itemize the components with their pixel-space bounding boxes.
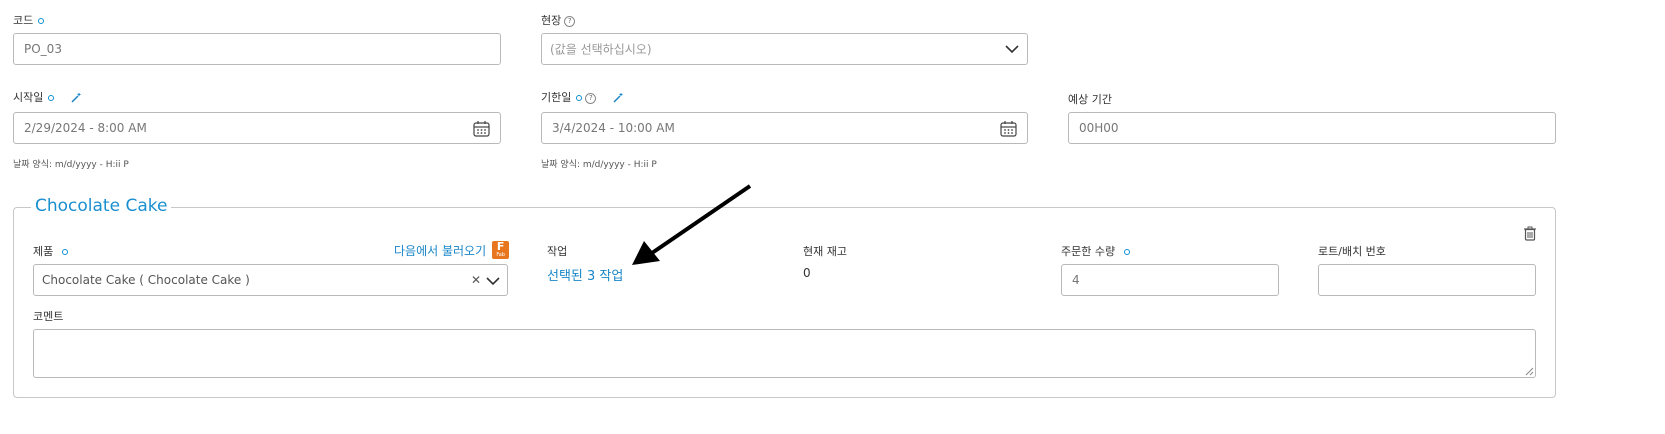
required-indicator [576,95,583,101]
help-icon[interactable]: ? [585,92,597,104]
lot-batch-label: 로트/배치 번호 [1318,245,1386,258]
resize-handle-icon[interactable] [1525,367,1534,376]
required-indicator [62,249,69,255]
site-label: 현장? [541,12,576,28]
required-indicator [48,95,55,101]
expected-duration-value: 00H00 [1079,121,1119,135]
code-label: 코드 [13,12,45,28]
expected-duration-label: 예상 기간 [1068,93,1112,106]
product-value: Chocolate Cake ( Chocolate Cake ) [42,273,250,287]
due-date-label: 기한일? [541,89,624,105]
due-date-format-hint: 날짜 양식: m/d/yyyy - H:ii P [541,160,657,170]
product-select[interactable]: Chocolate Cake ( Chocolate Cake ) ✕ [33,264,508,296]
start-date-format-hint: 날짜 양식: m/d/yyyy - H:ii P [13,160,129,170]
required-indicator [38,18,45,24]
current-stock-value: 0 [803,266,811,280]
chevron-down-icon[interactable] [486,276,500,286]
due-date-value: 3/4/2024 - 10:00 AM [552,121,675,135]
load-from-link[interactable]: 다음에서 불러오기 [394,242,486,259]
required-indicator [1124,249,1131,255]
site-placeholder: (값을 선택하십시오) [550,42,652,57]
fabrication-app-icon[interactable]: F Fab [492,241,510,259]
lot-batch-input[interactable] [1318,264,1536,296]
code-input[interactable]: PO_03 [13,33,501,65]
product-section-title: Chocolate Cake [31,196,172,216]
ordered-qty-input[interactable]: 4 [1061,264,1279,296]
clear-icon[interactable]: ✕ [471,273,481,287]
current-stock-label: 현재 재고 [803,245,847,258]
load-from-control: 다음에서 불러오기 F Fab [394,241,510,259]
magic-wand-icon[interactable] [70,92,82,104]
comment-textarea[interactable] [33,329,1536,378]
magic-wand-icon[interactable] [612,92,624,104]
calendar-icon[interactable] [1000,120,1017,137]
start-date-value: 2/29/2024 - 8:00 AM [24,121,147,135]
due-date-input[interactable]: 3/4/2024 - 10:00 AM [541,112,1028,144]
help-icon[interactable]: ? [564,15,576,27]
product-label: 제품 [33,243,69,259]
expected-duration-input[interactable]: 00H00 [1068,112,1556,144]
ordered-qty-value: 4 [1072,273,1080,287]
comment-label: 코멘트 [33,310,64,323]
start-date-input[interactable]: 2/29/2024 - 8:00 AM [13,112,501,144]
chevron-down-icon[interactable] [1005,44,1019,54]
code-value: PO_03 [24,42,62,56]
calendar-icon[interactable] [473,120,490,137]
ordered-qty-label: 주문한 수량 [1061,243,1131,259]
site-select[interactable]: (값을 선택하십시오) [541,33,1028,65]
annotation-arrow [632,184,752,265]
selected-operations-link[interactable]: 선택된 3 작업 [547,265,623,284]
trash-icon[interactable] [1523,226,1537,241]
start-date-label: 시작일 [13,89,82,105]
operations-label: 작업 [547,245,568,258]
